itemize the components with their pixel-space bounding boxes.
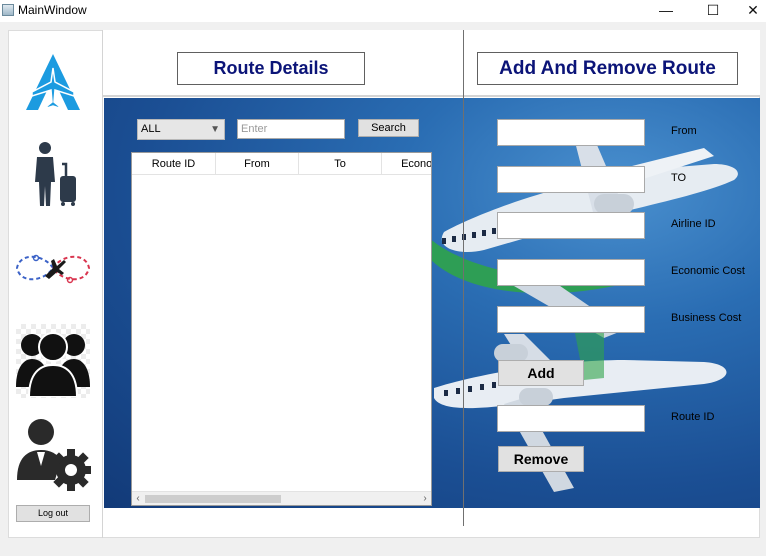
add-route-button[interactable]: Add xyxy=(498,360,584,386)
route-table[interactable]: Route ID From To Economy ‹ › xyxy=(131,152,432,506)
route-filter-dropdown[interactable]: ALL ▼ xyxy=(137,119,225,140)
route-filter-value: ALL xyxy=(141,123,161,135)
logout-button[interactable]: Log out xyxy=(16,505,90,522)
scrollbar-thumb[interactable] xyxy=(145,495,281,503)
from-label: From xyxy=(671,125,697,137)
airline-id-label: Airline ID xyxy=(671,218,716,230)
add-remove-route-title: Add And Remove Route xyxy=(477,52,738,85)
traveler-luggage-icon[interactable] xyxy=(28,140,84,210)
horizontal-scrollbar[interactable]: ‹ › xyxy=(132,491,431,505)
route-id-label: Route ID xyxy=(671,411,715,423)
window-title: MainWindow xyxy=(18,3,87,17)
to-field[interactable] xyxy=(497,166,645,193)
column-header-route-id[interactable]: Route ID xyxy=(132,153,216,175)
admin-settings-icon[interactable] xyxy=(15,414,91,494)
to-label: TO xyxy=(671,172,687,184)
chevron-down-icon: ▼ xyxy=(210,124,220,135)
close-button[interactable]: ✕ xyxy=(733,0,766,22)
column-header-economy[interactable]: Economy xyxy=(382,153,431,175)
minimize-button[interactable]: — xyxy=(646,0,686,22)
sidebar-divider xyxy=(102,30,103,538)
maximize-button[interactable]: ☐ xyxy=(693,0,733,22)
scroll-left-icon[interactable]: ‹ xyxy=(132,492,144,505)
economic-cost-label: Economic Cost xyxy=(671,265,745,277)
app-icon xyxy=(2,4,14,16)
scroll-right-icon[interactable]: › xyxy=(419,492,431,505)
users-group-icon[interactable] xyxy=(16,324,90,398)
search-input[interactable] xyxy=(237,119,345,139)
economic-cost-field[interactable] xyxy=(497,259,645,286)
column-header-to[interactable]: To xyxy=(299,153,382,175)
remove-route-button[interactable]: Remove xyxy=(498,446,584,472)
business-cost-field[interactable] xyxy=(497,306,645,333)
column-header-from[interactable]: From xyxy=(216,153,299,175)
airline-id-field[interactable] xyxy=(497,212,645,239)
window-titlebar: MainWindow — ☐ ✕ xyxy=(0,0,766,22)
route-id-field[interactable] xyxy=(497,405,645,432)
flight-route-icon[interactable] xyxy=(14,246,92,290)
airline-logo-icon[interactable] xyxy=(20,50,86,114)
from-field[interactable] xyxy=(497,119,645,146)
panel-divider xyxy=(463,30,464,526)
route-table-header: Route ID From To Economy xyxy=(132,153,431,175)
search-button[interactable]: Search xyxy=(358,119,419,137)
business-cost-label: Business Cost xyxy=(671,312,742,324)
route-details-title: Route Details xyxy=(177,52,365,85)
